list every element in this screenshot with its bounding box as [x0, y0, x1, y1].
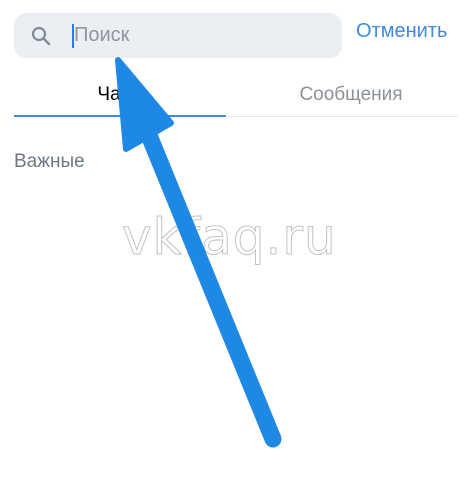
- cancel-button[interactable]: Отменить: [356, 20, 447, 43]
- pointer-arrow-icon: [115, 57, 282, 448]
- section-header-important: Важные: [14, 151, 85, 172]
- tabs-divider: [228, 116, 458, 117]
- active-tab-indicator: [14, 115, 226, 117]
- tab-chats[interactable]: Чаты: [14, 84, 226, 106]
- watermark: vkfaq.ru: [122, 208, 337, 267]
- search-bar[interactable]: [14, 13, 342, 58]
- tab-messages[interactable]: Сообщения: [246, 84, 456, 106]
- search-icon: [31, 26, 51, 46]
- search-input[interactable]: [74, 13, 334, 58]
